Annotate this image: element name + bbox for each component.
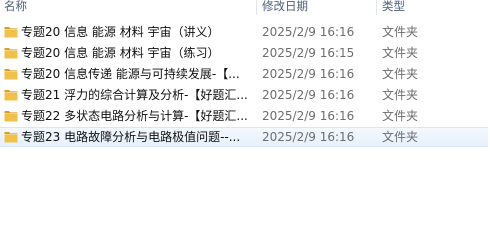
file-date-modified: 2025/2/9 16:16 — [262, 25, 355, 39]
file-name: 专题22 多状态电路分析与计算-【好题汇... — [21, 109, 248, 123]
file-type: 文件夹 — [382, 130, 419, 144]
column-divider[interactable] — [256, 0, 257, 15]
file-type: 文件夹 — [382, 46, 419, 60]
column-header-name[interactable]: 名称 — [0, 0, 255, 15]
file-name: 专题23 电路故障分析与电路极值问题--... — [21, 130, 241, 144]
file-date-modified: 2025/2/9 16:16 — [262, 88, 355, 102]
file-type: 文件夹 — [382, 109, 419, 123]
file-list: 专题20 信息 能源 材料 宇宙（讲义） 2025/2/9 16:16 文件夹 … — [0, 22, 490, 148]
list-item[interactable]: 专题20 信息 能源 材料 宇宙（练习） 2025/2/9 16:15 文件夹 — [0, 43, 490, 63]
file-name: 专题21 浮力的综合计算及分析-【好题汇... — [21, 88, 248, 102]
folder-icon — [4, 69, 18, 80]
folder-icon — [4, 90, 18, 101]
folder-icon — [4, 111, 18, 122]
folder-icon — [4, 27, 18, 38]
column-divider[interactable] — [376, 0, 377, 15]
file-type: 文件夹 — [382, 67, 419, 81]
list-item-selected[interactable]: 专题23 电路故障分析与电路极值问题--... 2025/2/9 16:16 文… — [0, 127, 488, 147]
file-date-modified: 2025/2/9 16:15 — [262, 46, 355, 60]
file-date-modified: 2025/2/9 16:16 — [262, 67, 355, 81]
list-item[interactable]: 专题22 多状态电路分析与计算-【好题汇... 2025/2/9 16:16 文… — [0, 106, 490, 126]
file-name: 专题20 信息 能源 材料 宇宙（练习） — [21, 46, 220, 60]
file-date-modified: 2025/2/9 16:16 — [262, 109, 355, 123]
column-header-type[interactable]: 类型 — [378, 0, 490, 15]
folder-icon — [4, 48, 18, 59]
file-type: 文件夹 — [382, 88, 419, 102]
list-item[interactable]: 专题20 信息 能源 材料 宇宙（讲义） 2025/2/9 16:16 文件夹 — [0, 22, 490, 42]
folder-icon — [4, 132, 18, 143]
list-item[interactable]: 专题21 浮力的综合计算及分析-【好题汇... 2025/2/9 16:16 文… — [0, 85, 490, 105]
file-explorer-list: 名称 修改日期 类型 专题20 信息 能源 材料 宇宙（讲义） 2025/2/9… — [0, 0, 490, 247]
list-item[interactable]: 专题20 信息传递 能源与可持续发展-【... 2025/2/9 16:16 文… — [0, 64, 490, 84]
file-name: 专题20 信息传递 能源与可持续发展-【... — [21, 67, 240, 81]
file-date-modified: 2025/2/9 16:16 — [262, 130, 355, 144]
file-type: 文件夹 — [382, 25, 419, 39]
file-name: 专题20 信息 能源 材料 宇宙（讲义） — [21, 25, 220, 39]
column-header-date-modified[interactable]: 修改日期 — [258, 0, 374, 15]
column-header-bar: 名称 修改日期 类型 — [0, 0, 490, 15]
